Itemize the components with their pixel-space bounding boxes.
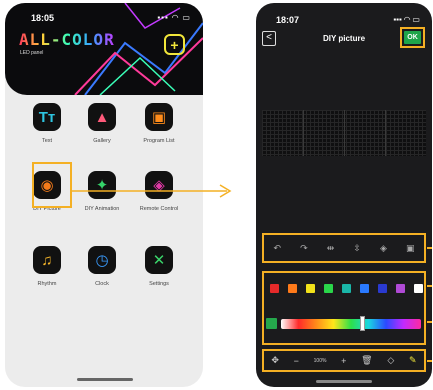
plus-icon: + <box>170 36 179 53</box>
home-indicator <box>316 380 372 383</box>
status-time: 18:07 <box>276 15 300 25</box>
callout-tick <box>427 360 432 362</box>
callout-tick <box>427 285 432 287</box>
bottom-toolbar: ✥ − 100% + 🗑 ◇ ✎ <box>262 349 426 372</box>
zoom-level: 100% <box>313 357 327 364</box>
text-icon: Tт <box>33 103 61 131</box>
feature-tile-label: Program List <box>143 138 175 144</box>
color-swatch[interactable] <box>288 284 297 293</box>
pencil-icon[interactable]: ✎ <box>409 355 417 366</box>
app-logo: ALL-COLOR <box>19 30 115 49</box>
gallery-icon: ▲ <box>88 103 116 131</box>
music-note-icon: ♫ <box>33 246 61 274</box>
color-swatch[interactable] <box>306 284 315 293</box>
drawing-canvas[interactable] <box>262 110 426 156</box>
color-palette <box>262 271 426 345</box>
feature-tile-label: Settings <box>149 281 169 287</box>
callout-tick <box>427 321 432 323</box>
canvas-panel-divider <box>344 110 345 156</box>
zoom-in-icon[interactable]: + <box>341 356 346 366</box>
edit-toolbar: ↶ ↷ ⇹ ⇳ ◈ ▣ <box>262 233 426 263</box>
color-swatch[interactable] <box>324 284 333 293</box>
tools-icon: ✕ <box>145 246 173 274</box>
app-subtitle: LED panel <box>20 50 44 56</box>
program-list-icon: ▣ <box>145 103 173 131</box>
diy-picture-highlight <box>32 162 72 208</box>
flip-horizontal-icon[interactable]: ⇹ <box>327 243 335 254</box>
trash-icon[interactable]: 🗑 <box>361 355 372 366</box>
color-swatch[interactable] <box>396 284 405 293</box>
move-icon[interactable]: ✥ <box>271 355 279 366</box>
current-color <box>266 318 277 329</box>
ok-highlight <box>400 27 425 48</box>
color-swatch[interactable] <box>414 284 423 293</box>
redo-icon[interactable]: ↷ <box>300 243 308 254</box>
feature-tile-label: Remote Control <box>139 206 179 212</box>
add-device-button[interactable]: + <box>164 34 185 55</box>
zoom-out-icon[interactable]: − <box>294 356 299 366</box>
color-slider[interactable] <box>281 319 421 329</box>
feature-tile[interactable]: ▣ Program List <box>126 103 192 144</box>
status-icons: ▪▪▪ ◠ ▭ <box>157 13 191 22</box>
status-time: 18:05 <box>31 13 55 23</box>
color-swatch[interactable] <box>270 284 279 293</box>
canvas-panel-divider <box>385 110 386 156</box>
layers-icon[interactable]: ◈ <box>380 243 387 254</box>
callout-tick <box>427 247 432 249</box>
color-swatch[interactable] <box>378 284 387 293</box>
color-swatch[interactable] <box>342 284 351 293</box>
feature-tile[interactable]: ✕ Settings <box>126 246 192 287</box>
status-icons: ▪▪▪ ◠ ▭ <box>393 15 420 24</box>
flip-vertical-icon[interactable]: ⇳ <box>353 243 361 254</box>
pointer-arrow <box>72 184 232 198</box>
clock-icon: ◷ <box>88 246 116 274</box>
home-indicator <box>77 378 133 381</box>
undo-icon[interactable]: ↶ <box>274 243 282 254</box>
canvas-panel-divider <box>303 110 304 156</box>
color-swatch[interactable] <box>360 284 369 293</box>
app-header: 18:05 ▪▪▪ ◠ ▭ ALL-COLOR LED panel + <box>5 3 203 95</box>
eraser-icon[interactable]: ◇ <box>387 355 394 366</box>
image-import-icon[interactable]: ▣ <box>406 243 415 254</box>
diy-picture-phone: 18:07 ▪▪▪ ◠ ▭ < DIY picture OK ↶ ↷ ⇹ ⇳ ◈ ▣ ✥ −… <box>256 3 432 387</box>
color-slider-thumb[interactable] <box>360 316 365 331</box>
